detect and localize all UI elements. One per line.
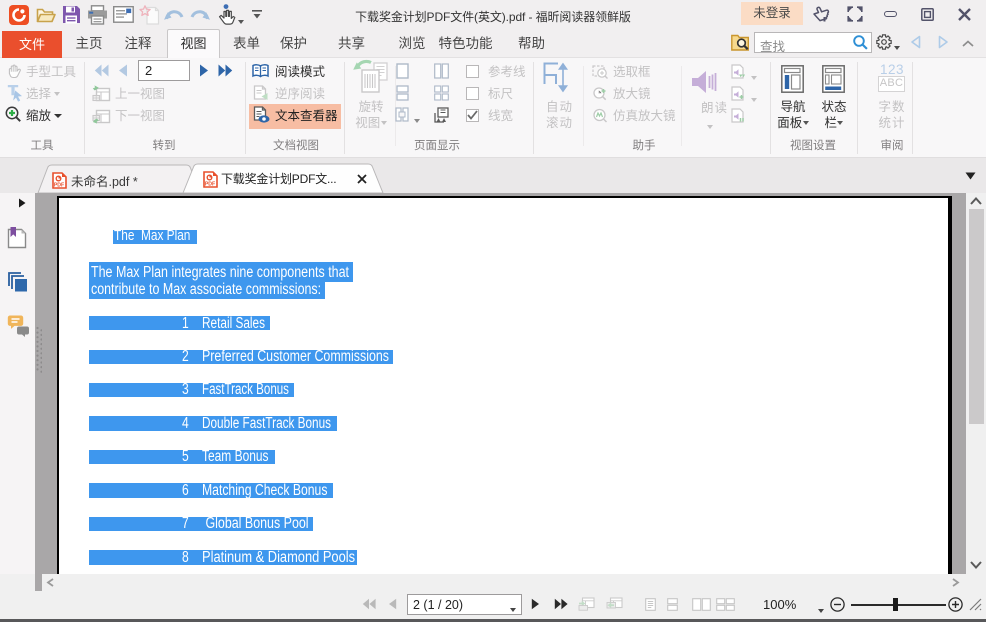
svg-text:PDF: PDF	[54, 183, 64, 189]
svg-text:PDF: PDF	[205, 182, 215, 188]
